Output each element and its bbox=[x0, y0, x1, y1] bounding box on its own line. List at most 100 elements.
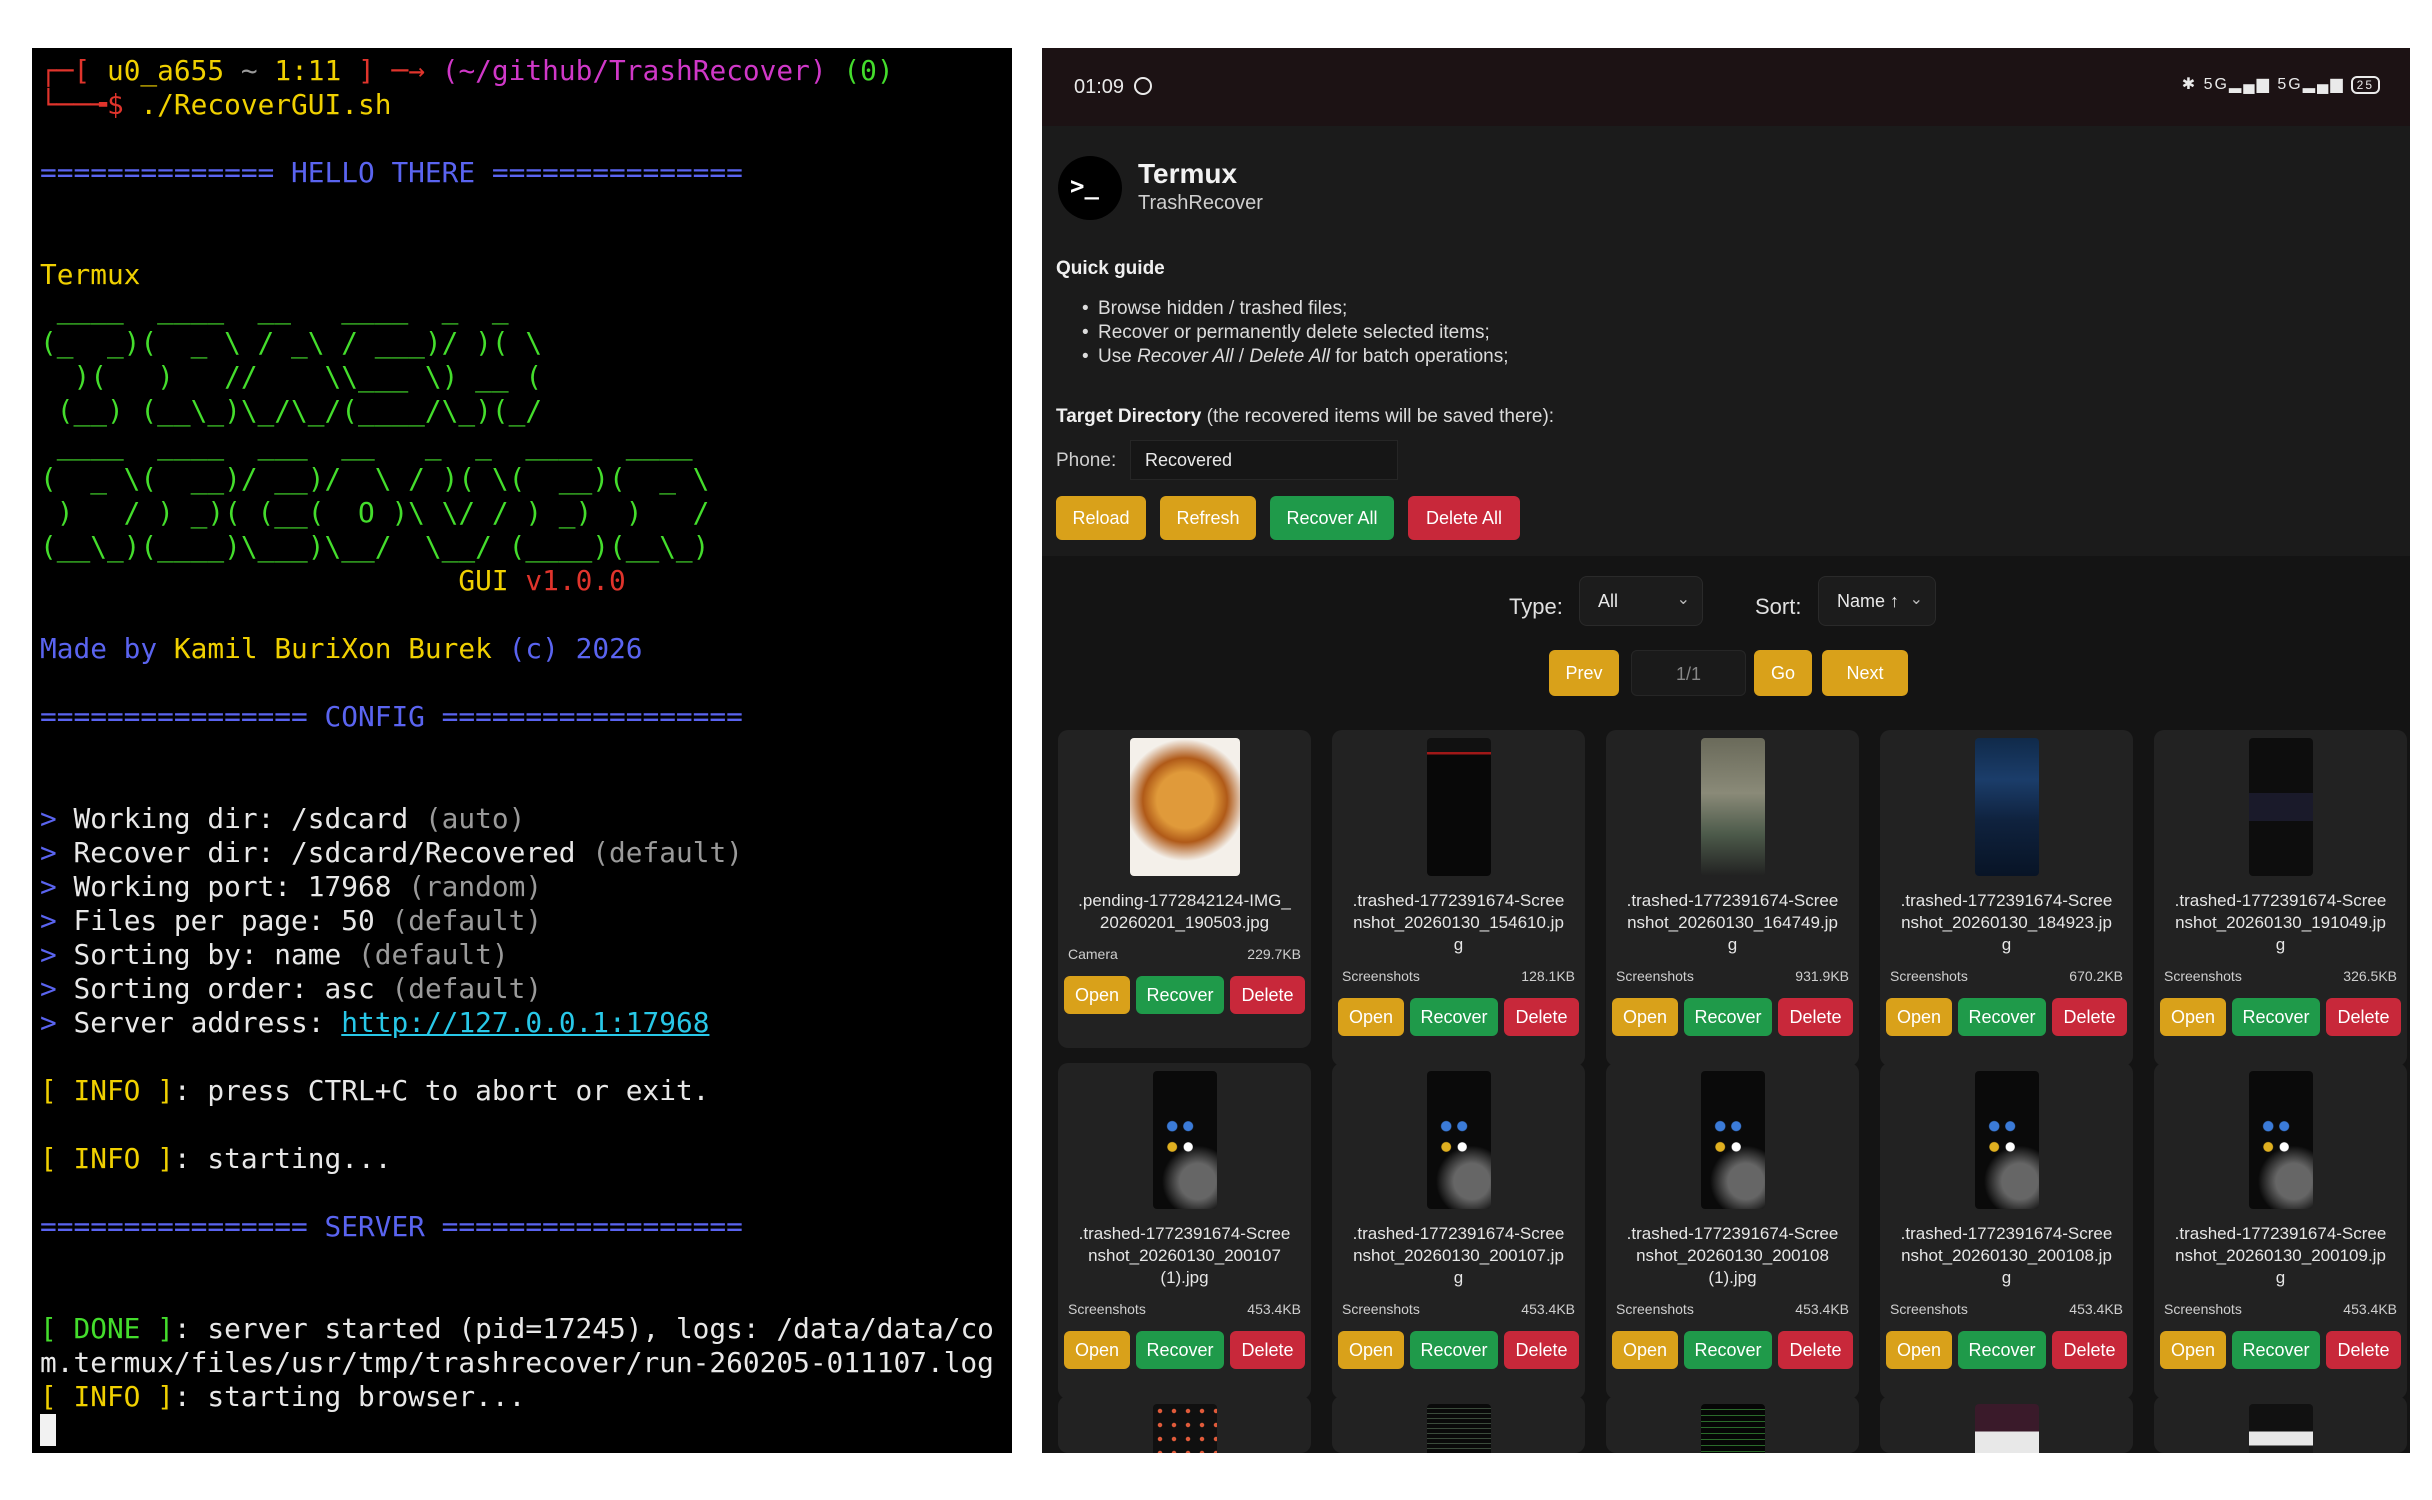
ascii-art-line-2: (_ _)( _ \ / _\ / ___)/ )( \ bbox=[40, 326, 543, 359]
file-size: 453.4KB bbox=[2069, 1301, 2123, 1317]
file-card: .trashed-1772391674-Scree nshot_20260130_… bbox=[1880, 730, 2133, 1066]
battery-icon: 25 bbox=[2350, 76, 2380, 94]
file-card: .pending-1772842124-IMG_ 20260201_190503.… bbox=[1058, 730, 1311, 1048]
delete-button[interactable]: Delete bbox=[1778, 998, 1853, 1036]
file-thumbnail[interactable] bbox=[1974, 738, 2039, 876]
recover-button[interactable]: Recover bbox=[1136, 976, 1224, 1014]
file-thumbnail[interactable] bbox=[1700, 738, 1765, 876]
file-thumbnail[interactable] bbox=[1152, 1404, 1217, 1453]
delete-button[interactable]: Delete bbox=[1230, 976, 1305, 1014]
reload-button[interactable]: Reload bbox=[1056, 496, 1146, 540]
file-thumbnail[interactable] bbox=[1426, 1404, 1491, 1453]
target-directory-input[interactable] bbox=[1130, 440, 1398, 480]
delete-all-button[interactable]: Delete All bbox=[1408, 496, 1520, 540]
open-button[interactable]: Open bbox=[2160, 998, 2226, 1036]
delete-button[interactable]: Delete bbox=[2326, 1331, 2401, 1369]
file-name: .trashed-1772391674-Scree bbox=[1352, 1224, 1565, 1243]
open-button[interactable]: Open bbox=[2160, 1331, 2226, 1369]
recover-button[interactable]: Recover bbox=[1410, 1331, 1498, 1369]
next-page-button[interactable]: Next bbox=[1822, 650, 1908, 696]
recover-button[interactable]: Recover bbox=[1410, 998, 1498, 1036]
file-name: (1).jpg bbox=[1708, 1268, 1757, 1287]
open-button[interactable]: Open bbox=[1064, 1331, 1130, 1369]
type-select[interactable]: All ⌄ bbox=[1579, 576, 1703, 626]
alarm-icon bbox=[1134, 77, 1152, 95]
delete-button[interactable]: Delete bbox=[1778, 1331, 1853, 1369]
sort-label: Sort: bbox=[1755, 594, 1802, 619]
sort-select[interactable]: Name ↑ ⌄ bbox=[1818, 576, 1936, 626]
terminal-window[interactable]: ┌─[ u0_a655 ~ 1:11 ] ─→ (~/github/TrashR… bbox=[32, 48, 1012, 1453]
file-name: g bbox=[2275, 1268, 2286, 1287]
file-thumbnail[interactable] bbox=[2248, 738, 2313, 876]
ascii-art-line-6: ( _ \( __)/ __)/ \ / )( \( __)( _ \ bbox=[40, 462, 710, 495]
recover-button[interactable]: Recover bbox=[1684, 998, 1772, 1036]
file-thumbnail[interactable] bbox=[1700, 1404, 1765, 1453]
open-button[interactable]: Open bbox=[1064, 976, 1130, 1014]
server-banner: ================ SERVER ================… bbox=[40, 1210, 743, 1243]
recover-button[interactable]: Recover bbox=[2232, 1331, 2320, 1369]
chevron-down-icon: ⌄ bbox=[1909, 591, 1923, 608]
file-card bbox=[1332, 1396, 1585, 1453]
prompt-time: 1:11 bbox=[274, 54, 342, 87]
recover-all-button[interactable]: Recover All bbox=[1270, 496, 1394, 540]
recover-button[interactable]: Recover bbox=[1684, 1331, 1772, 1369]
recover-button[interactable]: Recover bbox=[2232, 998, 2320, 1036]
delete-button[interactable]: Delete bbox=[1504, 998, 1579, 1036]
file-thumbnail[interactable] bbox=[1426, 1071, 1491, 1209]
target-directory-label: Target Directory (the recovered items wi… bbox=[1056, 406, 1555, 427]
recover-button[interactable]: Recover bbox=[1958, 998, 2046, 1036]
file-name: g bbox=[1453, 1268, 1464, 1287]
file-size: 326.5KB bbox=[2343, 968, 2397, 984]
server-address-link[interactable]: http://127.0.0.1:17968 bbox=[341, 1006, 709, 1039]
recover-button[interactable]: Recover bbox=[1958, 1331, 2046, 1369]
file-name: nshot_20260130_164749.jp bbox=[1627, 913, 1838, 932]
file-thumbnail[interactable] bbox=[1700, 1071, 1765, 1209]
prompt-line-2: └──╼$ ./RecoverGUI.sh bbox=[40, 88, 392, 121]
file-thumbnail[interactable] bbox=[1152, 1071, 1217, 1209]
termux-logo-icon: >_ bbox=[1058, 156, 1122, 220]
file-name: nshot_20260130_154610.jp bbox=[1353, 913, 1564, 932]
file-thumbnail[interactable] bbox=[1129, 738, 1240, 876]
hello-banner: ============== HELLO THERE =============… bbox=[40, 156, 743, 189]
file-card: .trashed-1772391674-Scree nshot_20260130_… bbox=[2154, 1063, 2407, 1399]
file-thumbnail[interactable] bbox=[1426, 738, 1491, 876]
delete-button[interactable]: Delete bbox=[2326, 998, 2401, 1036]
terminal-output: ┌─[ u0_a655 ~ 1:11 ] ─→ (~/github/TrashR… bbox=[32, 48, 1012, 1448]
prev-page-button[interactable]: Prev bbox=[1549, 650, 1619, 696]
config-line: > Sorting by: name (default) bbox=[40, 938, 509, 971]
file-name: .trashed-1772391674-Scree bbox=[1900, 1224, 2113, 1243]
open-button[interactable]: Open bbox=[1612, 998, 1678, 1036]
file-thumbnail[interactable] bbox=[1974, 1071, 2039, 1209]
open-button[interactable]: Open bbox=[1612, 1331, 1678, 1369]
file-card: .trashed-1772391674-Scree nshot_20260130_… bbox=[1332, 730, 1585, 1066]
file-name: g bbox=[1727, 935, 1738, 954]
author-name: Kamil BuriXon Burek bbox=[173, 632, 492, 665]
file-name: .trashed-1772391674-Scree bbox=[2174, 891, 2387, 910]
file-thumbnail[interactable] bbox=[2248, 1071, 2313, 1209]
open-button[interactable]: Open bbox=[1338, 1331, 1404, 1369]
refresh-button[interactable]: Refresh bbox=[1160, 496, 1256, 540]
open-button[interactable]: Open bbox=[1338, 998, 1404, 1036]
page-input[interactable]: 1/1 bbox=[1631, 650, 1746, 696]
recover-button[interactable]: Recover bbox=[1136, 1331, 1224, 1369]
info-browser-line: [ INFO ]: starting browser... bbox=[40, 1380, 526, 1413]
file-card: .trashed-1772391674-Scree nshot_20260130_… bbox=[1606, 1063, 1859, 1399]
termux-label: Termux bbox=[40, 258, 141, 291]
file-thumbnail[interactable] bbox=[1974, 1404, 2039, 1453]
delete-button[interactable]: Delete bbox=[2052, 1331, 2127, 1369]
file-thumbnail[interactable] bbox=[2248, 1404, 2313, 1453]
delete-button[interactable]: Delete bbox=[2052, 998, 2127, 1036]
guide-item: Recover or permanently delete selected i… bbox=[1082, 322, 1509, 346]
go-button[interactable]: Go bbox=[1754, 650, 1812, 696]
open-button[interactable]: Open bbox=[1886, 1331, 1952, 1369]
ascii-art-line-8: (__\_)(____)\___)\__/ \__/ (____)(__\_) bbox=[40, 530, 710, 563]
file-name: .pending-1772842124-IMG_ bbox=[1078, 891, 1291, 910]
delete-button[interactable]: Delete bbox=[1504, 1331, 1579, 1369]
open-button[interactable]: Open bbox=[1886, 998, 1952, 1036]
file-name: .trashed-1772391674-Scree bbox=[1900, 891, 2113, 910]
file-name: .trashed-1772391674-Scree bbox=[1626, 891, 1839, 910]
file-card: .trashed-1772391674-Scree nshot_20260130_… bbox=[2154, 730, 2407, 1066]
delete-button[interactable]: Delete bbox=[1230, 1331, 1305, 1369]
prompt-command: ./RecoverGUI.sh bbox=[140, 88, 392, 121]
phone-screen: 01:09 ✱ 5G▂▄▆ 5G▂▄▆ 25 >_ Termux TrashRec… bbox=[1042, 48, 2410, 1453]
